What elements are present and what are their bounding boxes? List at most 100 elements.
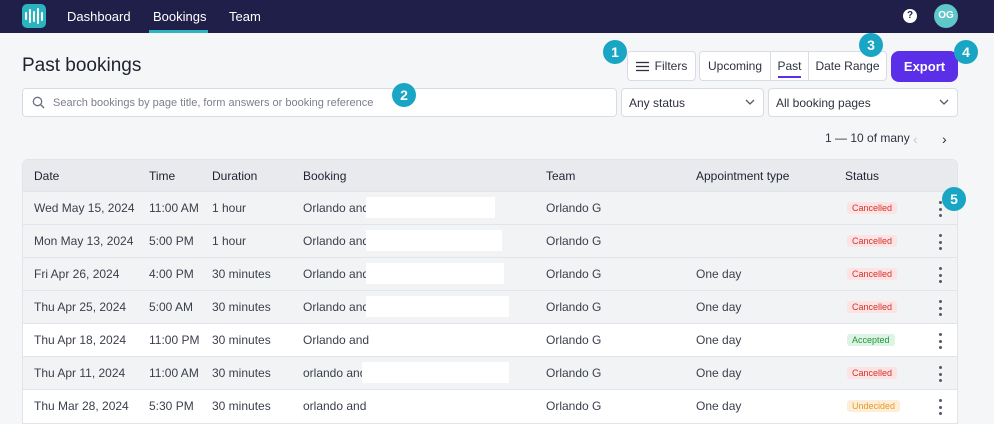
- status-badge: Cancelled: [847, 367, 898, 379]
- cell-time: 5:00 PM: [149, 234, 194, 248]
- redacted-block: [366, 296, 509, 317]
- column-header-team[interactable]: Team: [546, 169, 575, 183]
- column-header-duration[interactable]: Duration: [212, 169, 257, 183]
- cell-duration: 1 hour: [212, 234, 247, 248]
- chevron-right-icon[interactable]: ›: [942, 131, 947, 147]
- more-options-icon[interactable]: [936, 399, 944, 415]
- table-row[interactable]: Thu Mar 28, 2024 5:30 PM 30 minutes orla…: [23, 389, 957, 422]
- status-select[interactable]: Any status: [621, 88, 764, 117]
- more-options-icon[interactable]: [936, 366, 944, 382]
- cell-duration: 1 hour: [212, 201, 247, 215]
- cell-duration: 30 minutes: [212, 300, 271, 314]
- bookings-table: Date Time Duration Booking Team Appointm…: [22, 159, 958, 424]
- redacted-block: [366, 263, 504, 284]
- table-row[interactable]: Thu Apr 18, 2024 11:00 PM 30 minutes Orl…: [23, 323, 957, 356]
- chevron-down-icon: [745, 99, 755, 105]
- cell-time: 5:30 PM: [149, 399, 194, 413]
- cell-team: Orlando G: [546, 366, 602, 380]
- cell-time: 11:00 PM: [149, 333, 200, 347]
- cell-booking: Orlando and: [303, 333, 370, 347]
- chevron-left-icon[interactable]: ‹: [913, 131, 918, 147]
- page-title: Past bookings: [22, 55, 142, 76]
- cell-appointment-type: One day: [696, 300, 742, 314]
- table-row[interactable]: Mon May 13, 2024 5:00 PM 1 hour Orlando …: [23, 224, 957, 257]
- column-header-appointment-type[interactable]: Appointment type: [696, 169, 789, 183]
- app-logo-icon[interactable]: [22, 4, 46, 28]
- column-header-booking[interactable]: Booking: [303, 169, 346, 183]
- table-row[interactable]: Thu Apr 11, 2024 11:00 AM 30 minutes orl…: [23, 356, 957, 389]
- more-options-icon[interactable]: [936, 267, 944, 283]
- nav-dashboard[interactable]: Dashboard: [67, 9, 131, 24]
- cell-booking: Orlando and: [303, 201, 370, 215]
- search-box: [22, 88, 617, 117]
- callout-marker-5: 5: [942, 187, 966, 211]
- cell-duration: 30 minutes: [212, 366, 271, 380]
- cell-duration: 30 minutes: [212, 267, 271, 281]
- tab-past[interactable]: Past: [771, 52, 809, 80]
- cell-booking: Orlando and: [303, 267, 370, 281]
- status-select-value: Any status: [629, 95, 686, 110]
- cell-time: 4:00 PM: [149, 267, 194, 281]
- cell-duration: 30 minutes: [212, 333, 271, 347]
- column-header-status[interactable]: Status: [845, 169, 879, 183]
- date-range-segmented-control: Upcoming Past Date Range: [699, 51, 887, 81]
- more-options-icon[interactable]: [936, 234, 944, 250]
- cell-date: Mon May 13, 2024: [34, 234, 134, 248]
- filters-button[interactable]: Filters: [627, 51, 696, 81]
- cell-date: Fri Apr 26, 2024: [34, 267, 120, 281]
- nav-active-indicator: [149, 30, 208, 33]
- top-nav: Dashboard Bookings Team ? OG: [0, 0, 994, 33]
- cell-team: Orlando G: [546, 333, 602, 347]
- avatar[interactable]: OG: [934, 4, 958, 28]
- sliders-icon: [635, 61, 649, 71]
- table-row[interactable]: Wed May 15, 2024 11:00 AM 1 hour Orlando…: [23, 191, 957, 224]
- more-options-icon[interactable]: [936, 333, 944, 349]
- table-header: Date Time Duration Booking Team Appointm…: [23, 160, 957, 191]
- status-badge: Accepted: [847, 334, 895, 346]
- search-input[interactable]: [53, 90, 603, 115]
- help-icon[interactable]: ?: [903, 9, 917, 23]
- status-badge: Cancelled: [847, 202, 898, 214]
- cell-duration: 30 minutes: [212, 399, 271, 413]
- cell-time: 11:00 AM: [149, 201, 199, 215]
- cell-appointment-type: One day: [696, 333, 742, 347]
- table-row[interactable]: Fri Apr 26, 2024 4:00 PM 30 minutes Orla…: [23, 257, 957, 290]
- status-badge: Cancelled: [847, 301, 898, 313]
- callout-marker-1: 1: [603, 40, 627, 64]
- cell-date: Wed May 15, 2024: [34, 201, 135, 215]
- booking-pages-select-value: All booking pages: [776, 95, 871, 110]
- cell-date: Thu Apr 11, 2024: [34, 366, 126, 380]
- cell-time: 5:00 AM: [149, 300, 194, 314]
- cell-team: Orlando G: [546, 267, 602, 281]
- callout-marker-2: 2: [392, 83, 416, 107]
- cell-booking: orlando and: [303, 399, 367, 413]
- nav-team[interactable]: Team: [229, 9, 261, 24]
- tab-upcoming[interactable]: Upcoming: [700, 52, 771, 80]
- cell-date: Thu Apr 18, 2024: [34, 333, 127, 347]
- table-row[interactable]: Thu Apr 25, 2024 5:00 AM 30 minutes Orla…: [23, 290, 957, 323]
- booking-pages-select[interactable]: All booking pages: [768, 88, 958, 117]
- more-options-icon[interactable]: [936, 300, 944, 316]
- nav-bookings[interactable]: Bookings: [153, 9, 206, 24]
- status-badge: Undecided: [847, 400, 901, 412]
- cell-appointment-type: One day: [696, 366, 742, 380]
- cell-time: 11:00 AM: [149, 366, 199, 380]
- cell-date: Thu Mar 28, 2024: [34, 399, 129, 413]
- chevron-down-icon: [939, 99, 949, 105]
- redacted-block: [366, 197, 495, 218]
- column-header-time[interactable]: Time: [149, 169, 175, 183]
- cell-team: Orlando G: [546, 234, 602, 248]
- status-badge: Cancelled: [847, 268, 898, 280]
- column-header-date[interactable]: Date: [34, 169, 59, 183]
- filters-label: Filters: [654, 59, 688, 73]
- cell-team: Orlando G: [546, 201, 602, 215]
- redacted-block: [362, 362, 509, 383]
- cell-appointment-type: One day: [696, 399, 742, 413]
- cell-team: Orlando G: [546, 300, 602, 314]
- callout-marker-4: 4: [954, 40, 978, 64]
- cell-booking: Orlando and: [303, 234, 370, 248]
- status-badge: Cancelled: [847, 235, 898, 247]
- cell-booking: Orlando and: [303, 300, 370, 314]
- cell-booking: orlando and: [303, 366, 367, 380]
- export-button[interactable]: Export: [891, 51, 958, 82]
